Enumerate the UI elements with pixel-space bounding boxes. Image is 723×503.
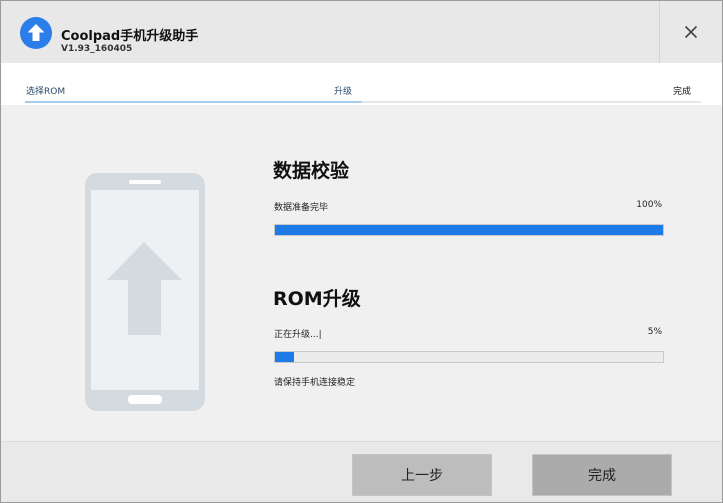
previous-step-button[interactable]: 上一步 — [352, 454, 492, 496]
up-arrow-circle-icon — [20, 17, 52, 49]
connection-hint: 请保持手机连接稳定 — [274, 378, 356, 388]
close-button[interactable] — [659, 1, 722, 63]
step-upgrade: 升级 — [334, 87, 353, 97]
upgrade-status: 正在升级...| — [274, 330, 322, 340]
step-select-rom: 选择ROM — [26, 87, 66, 97]
close-icon — [684, 25, 698, 39]
upgrade-title: ROM升级 — [273, 288, 361, 310]
upgrade-progress-bar — [274, 351, 664, 363]
title-bar: Coolpad手机升级助手 V1.93_160405 — [1, 1, 722, 63]
verify-status: 数据准备完毕 — [274, 203, 329, 213]
finish-button[interactable]: 完成 — [532, 454, 672, 496]
step-finish: 完成 — [673, 87, 692, 97]
step-indicator: 选择ROM 升级 完成 — [1, 63, 722, 105]
verify-progress-bar — [274, 224, 664, 236]
footer: 上一步 完成 — [1, 441, 722, 502]
verify-title: 数据校验 — [273, 160, 350, 182]
app-version: V1.93_160405 — [61, 44, 133, 54]
upgrade-progress-fill — [275, 352, 295, 362]
verify-progress-fill — [275, 225, 663, 235]
phone-upgrade-icon — [85, 173, 205, 415]
upgrade-percent: 5% — [647, 327, 662, 337]
verify-percent: 100% — [636, 200, 662, 210]
upgrade-assistant-window: Coolpad手机升级助手 V1.93_160405 选择ROM 升级 完成 数… — [0, 0, 723, 503]
step-progress — [25, 101, 362, 103]
app-title: Coolpad手机升级助手 — [61, 29, 199, 44]
